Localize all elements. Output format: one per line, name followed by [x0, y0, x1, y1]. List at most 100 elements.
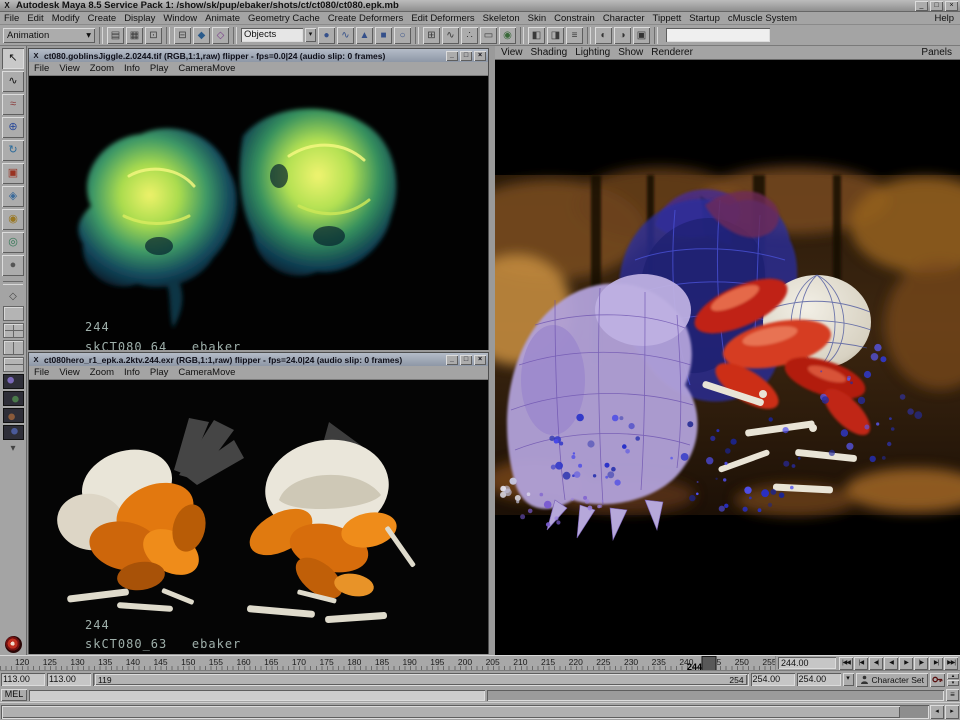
- save-scene-icon[interactable]: ⊡: [145, 27, 162, 44]
- layout-persp-graph-button[interactable]: [3, 391, 24, 406]
- paint-select-tool[interactable]: ≈: [2, 94, 24, 115]
- layout-persp-outliner-button[interactable]: [3, 374, 24, 389]
- flipper1-menu-view[interactable]: View: [54, 63, 84, 74]
- menu-animate[interactable]: Animate: [201, 13, 244, 24]
- lasso-select-tool[interactable]: ∿: [2, 71, 24, 92]
- menu-modify[interactable]: Modify: [48, 13, 84, 24]
- viewport-menu-view[interactable]: View: [497, 47, 527, 58]
- select-curves-mask-icon[interactable]: ∿: [337, 27, 354, 44]
- close-button[interactable]: ×: [945, 1, 958, 11]
- snap-to-grid-icon[interactable]: ⊞: [423, 27, 440, 44]
- universal-manipulator-tool[interactable]: ◈: [2, 186, 24, 207]
- range-slider[interactable]: 119 254: [93, 673, 749, 686]
- flipper2-close-button[interactable]: ×: [474, 355, 486, 365]
- make-live-icon[interactable]: ◉: [499, 27, 516, 44]
- time-slider[interactable]: 244 120125130135140145150155160165170175…: [0, 656, 776, 670]
- animation-end-field[interactable]: 254.00: [797, 673, 841, 686]
- flipper2-image-canvas[interactable]: 244 skCT080_63 ebaker: [29, 380, 488, 654]
- last-tool[interactable]: ●: [2, 255, 24, 276]
- maximize-button[interactable]: □: [930, 1, 943, 11]
- scroll-left-icon[interactable]: ◂: [930, 705, 944, 719]
- script-editor-icon[interactable]: ≡: [946, 689, 959, 701]
- perspective-viewport[interactable]: [495, 60, 960, 655]
- menu-constrain[interactable]: Constrain: [550, 13, 599, 24]
- scale-tool[interactable]: ▣: [2, 163, 24, 184]
- select-misc-mask-icon[interactable]: ○: [394, 27, 411, 44]
- layout-two-side-button[interactable]: [3, 340, 24, 355]
- viewport-menu-panels[interactable]: Panels: [915, 47, 958, 58]
- menu-edit-deformers[interactable]: Edit Deformers: [407, 13, 478, 24]
- current-time-field[interactable]: 244.00: [778, 657, 836, 669]
- menu-create[interactable]: Create: [84, 13, 121, 24]
- status-input-field[interactable]: [666, 28, 770, 42]
- render-settings-icon[interactable]: ▣: [633, 27, 650, 44]
- character-set-menu[interactable]: Character Set: [856, 673, 928, 687]
- step-back-key-button[interactable]: |◀: [854, 657, 868, 670]
- flipper1-menu-file[interactable]: File: [29, 63, 54, 74]
- flipper1-menu-play[interactable]: Play: [145, 63, 173, 74]
- play-forward-button[interactable]: ▶: [899, 657, 913, 670]
- menu-cmuscle-system[interactable]: cMuscle System: [724, 13, 801, 24]
- select-by-object-type-icon[interactable]: ◆: [193, 27, 210, 44]
- flipper1-menu-info[interactable]: Info: [119, 63, 145, 74]
- menu-set-dropdown[interactable]: Animation ▾: [3, 28, 95, 43]
- flipper2-maximize-button[interactable]: □: [460, 355, 472, 365]
- snap-to-plane-icon[interactable]: ▭: [480, 27, 497, 44]
- step-back-frame-button[interactable]: ◀|: [869, 657, 883, 670]
- layout-two-stacked-button[interactable]: [3, 357, 24, 372]
- step-forward-frame-button[interactable]: |▶: [914, 657, 928, 670]
- output-connections-icon[interactable]: ◨: [547, 27, 564, 44]
- decrement-button[interactable]: ▾: [947, 680, 959, 686]
- menu-file[interactable]: File: [0, 13, 23, 24]
- menu-skin[interactable]: Skin: [524, 13, 550, 24]
- open-scene-icon[interactable]: ▦: [126, 27, 143, 44]
- title-bar[interactable]: X Autodesk Maya 8.5 Service Pack 1: /sho…: [0, 0, 960, 12]
- flipper1-menu-cameramove[interactable]: CameraMove: [173, 63, 240, 74]
- scroll-right-icon[interactable]: ▸: [945, 705, 959, 719]
- menu-startup[interactable]: Startup: [685, 13, 724, 24]
- snap-to-point-icon[interactable]: ∴: [461, 27, 478, 44]
- playback-start-field[interactable]: 113.00: [47, 673, 91, 686]
- layout-four-view-button[interactable]: [3, 323, 24, 338]
- flipper1-title-bar[interactable]: X ct080.goblinsJiggle.2.0244.tif (RGB,1:…: [29, 49, 488, 62]
- increment-button[interactable]: ▴: [947, 673, 959, 679]
- scrollbar-thumb[interactable]: [2, 706, 900, 718]
- flipper1-menu-zoom[interactable]: Zoom: [85, 63, 119, 74]
- play-backward-button[interactable]: ◀: [884, 657, 898, 670]
- step-forward-key-button[interactable]: ▶|: [929, 657, 943, 670]
- ipr-render-icon[interactable]: ◑: [614, 27, 631, 44]
- animation-start-field[interactable]: 113.00: [1, 673, 45, 686]
- flipper2-menu-file[interactable]: File: [29, 367, 54, 378]
- flipper2-menu-zoom[interactable]: Zoom: [85, 367, 119, 378]
- layout-single-pane-button[interactable]: [3, 306, 24, 321]
- viewport-menu-show[interactable]: Show: [614, 47, 647, 58]
- rotate-tool[interactable]: ↻: [2, 140, 24, 161]
- show-manipulator-tool[interactable]: ◎: [2, 232, 24, 253]
- menu-create-deformers[interactable]: Create Deformers: [324, 13, 408, 24]
- scrollbar-track[interactable]: [1, 705, 929, 719]
- flipper1-maximize-button[interactable]: □: [460, 51, 472, 61]
- flipper2-minimize-button[interactable]: _: [446, 355, 458, 365]
- flipper2-menu-cameramove[interactable]: CameraMove: [173, 367, 240, 378]
- selection-mask-arrow-icon[interactable]: ▾: [305, 28, 316, 42]
- viewport-menu-renderer[interactable]: Renderer: [647, 47, 697, 58]
- layout-hypershade-button[interactable]: [3, 408, 24, 423]
- go-to-start-button[interactable]: |◀◀: [839, 657, 853, 670]
- flipper1-image-canvas[interactable]: 244 skCT080_64 ebaker: [29, 76, 488, 350]
- flipper2-menu-info[interactable]: Info: [119, 367, 145, 378]
- menu-display[interactable]: Display: [120, 13, 159, 24]
- soft-modification-tool[interactable]: ◉: [2, 209, 24, 230]
- viewport-menu-shading[interactable]: Shading: [527, 47, 572, 58]
- range-end-arrow-icon[interactable]: ▾: [843, 673, 854, 686]
- mel-command-input[interactable]: [29, 690, 485, 701]
- input-connections-icon[interactable]: ◧: [528, 27, 545, 44]
- range-slider-bar[interactable]: 119 254: [95, 674, 747, 685]
- snap-to-curve-icon[interactable]: ∿: [442, 27, 459, 44]
- select-points-mask-icon[interactable]: ●: [318, 27, 335, 44]
- menu-window[interactable]: Window: [159, 13, 201, 24]
- viewport-menu-lighting[interactable]: Lighting: [571, 47, 614, 58]
- mel-label-button[interactable]: MEL: [1, 689, 27, 701]
- go-to-end-button[interactable]: ▶▶|: [944, 657, 958, 670]
- construction-history-icon[interactable]: ≡: [566, 27, 583, 44]
- selection-mask-dropdown[interactable]: Objects: [241, 28, 303, 42]
